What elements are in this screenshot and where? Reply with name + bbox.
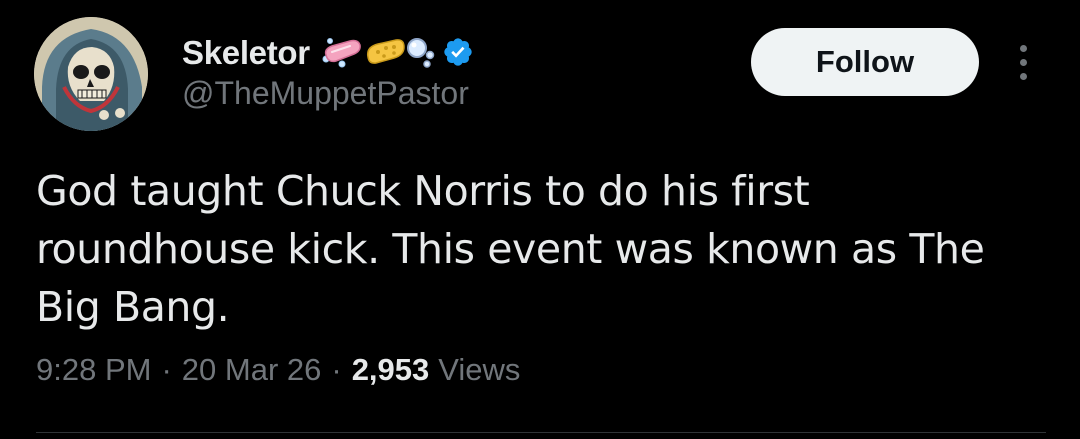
tweet-text-line: roundhouse kick. This event was known as…: [36, 225, 985, 273]
tweet-card: Skeletor @TheMuppetPastor Follow God tau…: [0, 0, 1080, 439]
avatar[interactable]: [34, 17, 148, 131]
more-dot: [1019, 58, 1027, 66]
more-dot: [1019, 72, 1027, 80]
sponge-icon: [366, 39, 405, 64]
tweet-time[interactable]: 9:28 PM: [36, 352, 151, 388]
tweet-meta: 9:28 PM · 20 Mar 26 · 2,953 Views: [36, 352, 520, 388]
tweet-text-line: Big Bang.: [36, 283, 230, 331]
more-options-icon[interactable]: [1006, 40, 1040, 84]
views-label: Views: [438, 352, 521, 387]
meta-separator: ·: [331, 352, 342, 387]
author-handle[interactable]: @TheMuppetPastor: [182, 75, 469, 111]
soap-icon: [322, 38, 361, 68]
tweet-text-line: God taught Chuck Norris to do his first: [36, 167, 810, 215]
follow-button[interactable]: Follow: [751, 28, 979, 96]
verified-badge-icon[interactable]: [442, 36, 474, 68]
views-count[interactable]: 2,953: [352, 352, 430, 388]
avatar-image: [34, 17, 148, 131]
bubbles-icon: [406, 38, 435, 68]
divider: [36, 432, 1046, 433]
more-dot: [1019, 44, 1027, 52]
author-display-name[interactable]: Skeletor: [182, 36, 310, 69]
tweet-date[interactable]: 20 Mar 26: [182, 352, 322, 388]
name-badge-emojis: [320, 35, 436, 69]
author-name-row: Skeletor: [182, 28, 474, 76]
meta-separator: ·: [161, 352, 172, 387]
tweet-text: God taught Chuck Norris to do his first …: [36, 162, 1046, 336]
